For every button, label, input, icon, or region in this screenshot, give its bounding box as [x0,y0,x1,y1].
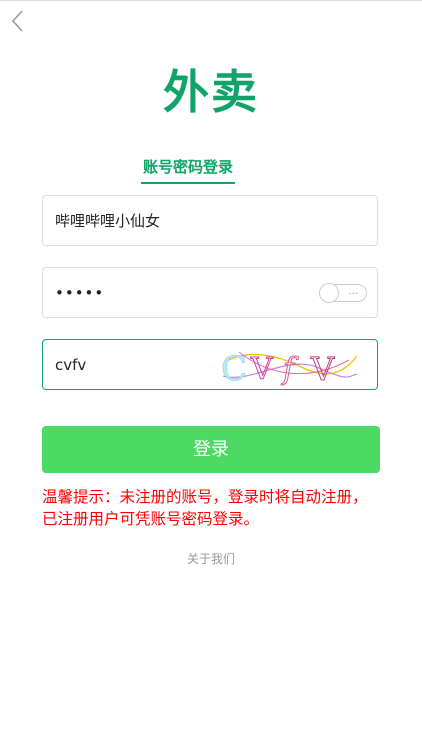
toggle-dots: ... [348,286,358,297]
password-visibility-toggle[interactable]: ... [319,283,367,303]
svg-text:V: V [250,352,274,386]
username-input[interactable] [55,196,365,245]
password-field: ... [42,267,378,318]
password-input[interactable] [55,268,305,317]
svg-text:C: C [221,349,247,386]
about-us-link[interactable]: 关于我们 [0,550,422,568]
registration-notice: 温馨提示：未注册的账号，登录时将自动注册，已注册用户可凭账号密码登录。 [42,488,368,528]
toggle-knob [319,283,339,303]
captcha-image[interactable]: C V f V [219,346,359,386]
svg-text:f: f [281,352,299,386]
svg-text:V: V [310,350,335,386]
tab-password-login[interactable]: 账号密码登录 [141,156,235,178]
app-logo: 外卖 [163,65,259,119]
login-button[interactable]: 登录 [42,426,380,473]
back-button[interactable] [8,8,32,34]
top-divider [0,0,422,1]
chevron-left-icon [11,10,23,32]
login-page: 外卖 账号密码登录 ... C V f V 登录 温馨提示：未注册的账号，登录时… [0,0,422,751]
tab-active-indicator [141,182,235,184]
username-field [42,195,378,246]
captcha-field: C V f V [42,339,378,390]
captcha-input[interactable] [55,340,205,389]
